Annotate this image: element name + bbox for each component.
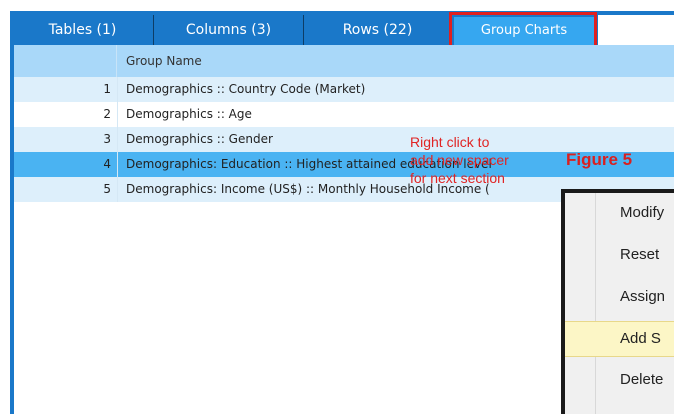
menu-item-add-spacer[interactable]: Add S bbox=[565, 321, 674, 357]
menu-item-label: Delete bbox=[620, 371, 664, 388]
grid-header: Group Name bbox=[14, 45, 674, 77]
menu-item-delete[interactable]: Delete bbox=[565, 363, 674, 397]
header-group-name[interactable]: Group Name bbox=[126, 45, 202, 77]
annotation-line: Right click to bbox=[410, 134, 490, 150]
menu-item-modify[interactable]: Modify bbox=[565, 196, 674, 230]
row-group-name: Demographics :: Age bbox=[126, 107, 252, 121]
row-number: 2 bbox=[14, 102, 118, 127]
context-menu: Modify Reset Assign Add S Delete bbox=[561, 189, 674, 414]
menu-item-label: Reset bbox=[620, 246, 660, 263]
annotation-note: Right click to add new spacer for next s… bbox=[410, 133, 560, 187]
header-number-cell bbox=[14, 45, 117, 77]
table-row[interactable]: 1 Demographics :: Country Code (Market) bbox=[14, 77, 674, 102]
cropped-red-label bbox=[0, 0, 22, 9]
tab-rows[interactable]: Rows (22) bbox=[304, 15, 452, 45]
menu-item-assign[interactable]: Assign bbox=[565, 280, 674, 314]
row-group-name: Demographics :: Country Code (Market) bbox=[126, 82, 366, 96]
menu-item-reset[interactable]: Reset bbox=[565, 238, 674, 272]
row-number: 4 bbox=[14, 152, 118, 177]
figure-label: Figure 5 bbox=[566, 150, 633, 169]
table-row[interactable]: 2 Demographics :: Age bbox=[14, 102, 674, 127]
menu-item-label: Assign bbox=[620, 288, 666, 305]
row-group-name: Demographics :: Gender bbox=[126, 132, 273, 146]
row-number: 5 bbox=[14, 177, 118, 202]
row-number: 1 bbox=[14, 77, 118, 102]
tab-tables[interactable]: Tables (1) bbox=[12, 15, 154, 45]
annotation-line: add new spacer bbox=[410, 152, 509, 168]
row-number: 3 bbox=[14, 127, 118, 152]
menu-item-label: Add S bbox=[620, 330, 661, 347]
menu-item-label: Modify bbox=[620, 204, 665, 221]
annotation-line: for next section bbox=[410, 170, 505, 186]
table-row[interactable]: 3 Demographics :: Gender bbox=[14, 127, 674, 152]
tab-columns[interactable]: Columns (3) bbox=[154, 15, 304, 45]
tab-bar-blank bbox=[598, 15, 674, 45]
